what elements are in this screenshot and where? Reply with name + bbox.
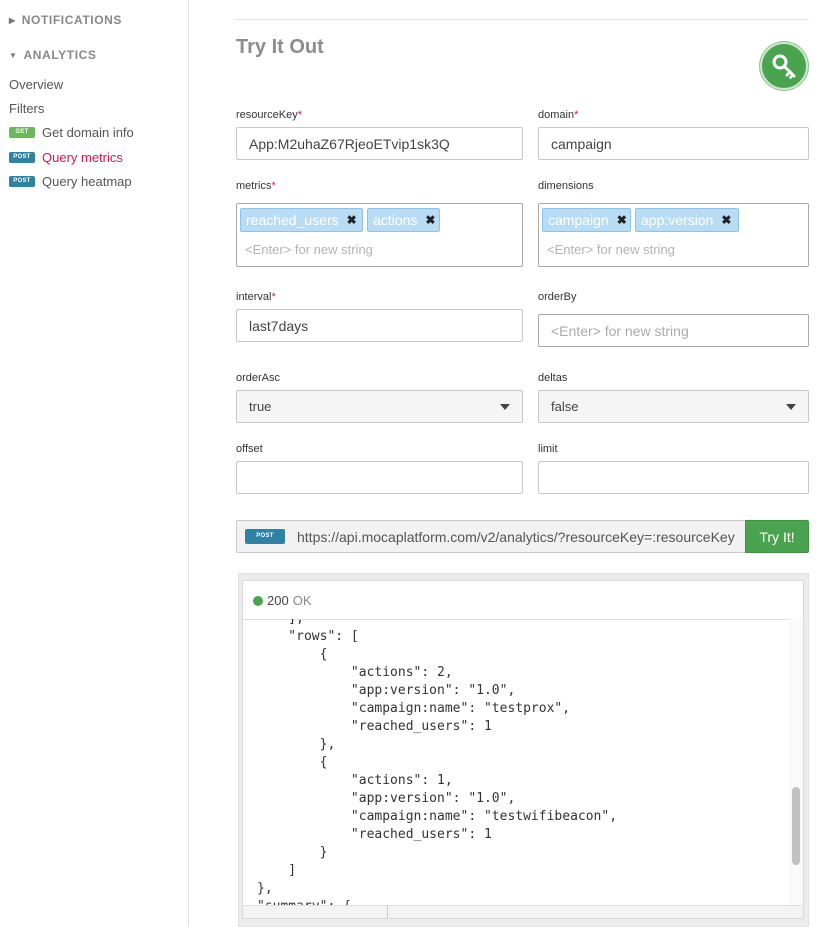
resourcekey-label: resourceKey* [236,109,302,121]
close-icon[interactable]: ✖ [617,213,627,227]
response-body[interactable]: ], "rows": [ { "actions": 2, "app:versio… [243,619,788,905]
status-text: OK [292,593,312,608]
select-value: true [249,399,272,414]
label-text: orderAsc [236,372,281,384]
dropdown-arrow-icon [786,403,796,410]
label-text: orderBy [538,291,577,303]
close-icon[interactable]: ✖ [425,213,435,227]
main-panel: Try It Out resourceKey* App:M2uhaZ67Rjeo… [190,0,835,927]
limit-input[interactable] [538,461,809,494]
post-method-badge: POST [9,152,35,163]
response-status: 200 OK [253,593,312,608]
post-method-badge: POST [9,176,35,187]
label-text: dimensions [538,180,594,192]
sidebar-item-query-heatmap[interactable]: POST Query heatmap [9,174,132,189]
dropdown-arrow-icon [500,403,510,410]
label-text: resourceKey [236,109,298,121]
response-json: ], "rows": [ { "actions": 2, "app:versio… [257,619,618,905]
offset-label: offset [236,443,263,455]
metrics-label: metrics* [236,180,276,192]
sidebar-item-query-metrics[interactable]: POST Query metrics [9,150,123,165]
orderasc-select[interactable]: true [236,390,523,423]
limit-label: limit [538,443,558,455]
tag-label: campaign [548,212,609,228]
tag-app-version: app:version ✖ [635,208,739,232]
tag-reached-users: reached_users ✖ [240,208,363,232]
close-icon[interactable]: ✖ [347,213,357,227]
sidebar-item-label: Filters [9,101,45,116]
caret-right-icon: ▶ [9,15,16,25]
status-code: 200 [267,593,289,608]
tag-campaign: campaign ✖ [542,208,631,232]
sidebar-item-get-domain-info[interactable]: GET Get domain info [9,125,134,140]
deltas-select[interactable]: false [538,390,809,423]
sidebar-item-label: Query metrics [42,150,123,165]
required-mark: * [297,109,303,121]
sidebar-item-label: Overview [9,77,64,92]
dimensions-placeholder: <Enter> for new string [547,242,675,257]
required-mark: * [271,180,276,192]
divider [236,19,809,20]
orderby-label: orderBy [538,291,577,303]
tag-actions: actions ✖ [367,208,440,232]
metrics-placeholder: <Enter> for new string [245,242,373,257]
divider [387,906,388,918]
sidebar: ▶ NOTIFICATIONS ▼ ANALYTICS Overview Fil… [0,0,189,927]
response-footer [243,905,803,918]
interval-label: interval* [236,291,276,303]
section-label: ANALYTICS [23,48,97,62]
resourcekey-input[interactable]: App:M2uhaZ67RjeoETvip1sk3Q [236,127,523,160]
required-mark: * [271,291,276,303]
domain-label: domain* [538,109,578,121]
label-text: deltas [538,372,568,384]
orderby-input[interactable]: <Enter> for new string [538,314,809,347]
request-url-bar[interactable]: POST https://api.mocaplatform.com/v2/ana… [236,520,746,553]
tag-label: actions [373,212,418,228]
close-icon[interactable]: ✖ [721,213,731,227]
domain-input[interactable]: campaign [538,127,809,160]
label-text: limit [538,443,558,455]
section-label: NOTIFICATIONS [21,13,123,27]
label-text: metrics [236,180,272,192]
dimensions-tag-input[interactable]: campaign ✖ app:version ✖ <Enter> for new s… [538,203,809,267]
required-mark: * [574,109,579,121]
sidebar-item-overview[interactable]: Overview [9,77,63,92]
select-value: false [551,399,579,414]
sidebar-item-label: Get domain info [42,125,134,140]
section-analytics[interactable]: ▼ ANALYTICS [9,48,97,62]
orderasc-label: orderAsc [236,372,280,384]
caret-down-icon: ▼ [9,50,18,60]
request-url: https://api.mocaplatform.com/v2/analytic… [297,528,735,545]
dimensions-label: dimensions [538,180,594,192]
response-panel: 200 OK ], "rows": [ { "actions": 2, "app… [238,573,809,927]
get-method-badge: GET [9,127,35,138]
tag-label: reached_users [246,212,339,228]
status-dot-icon [253,595,263,606]
deltas-label: deltas [538,372,567,384]
sidebar-item-label: Query heatmap [42,174,132,189]
section-notifications[interactable]: ▶ NOTIFICATIONS [9,13,122,27]
response-box: 200 OK ], "rows": [ { "actions": 2, "app… [242,580,804,919]
post-method-badge: POST [245,529,285,544]
label-text: interval [236,291,272,303]
auth-key-button[interactable] [760,42,808,90]
response-scrollbar[interactable] [789,619,803,905]
sidebar-item-filters[interactable]: Filters [9,101,44,116]
try-it-button[interactable]: Try It! [745,520,809,553]
key-icon [772,54,796,79]
label-text: domain [538,109,575,121]
scrollbar-thumb[interactable] [792,787,800,865]
tag-label: app:version [641,212,714,228]
metrics-tag-input[interactable]: reached_users ✖ actions ✖ <Enter> for new … [236,203,523,267]
offset-input[interactable] [236,461,523,494]
interval-input[interactable]: last7days [236,309,523,342]
label-text: offset [236,443,263,455]
page-title: Try It Out [236,36,324,58]
